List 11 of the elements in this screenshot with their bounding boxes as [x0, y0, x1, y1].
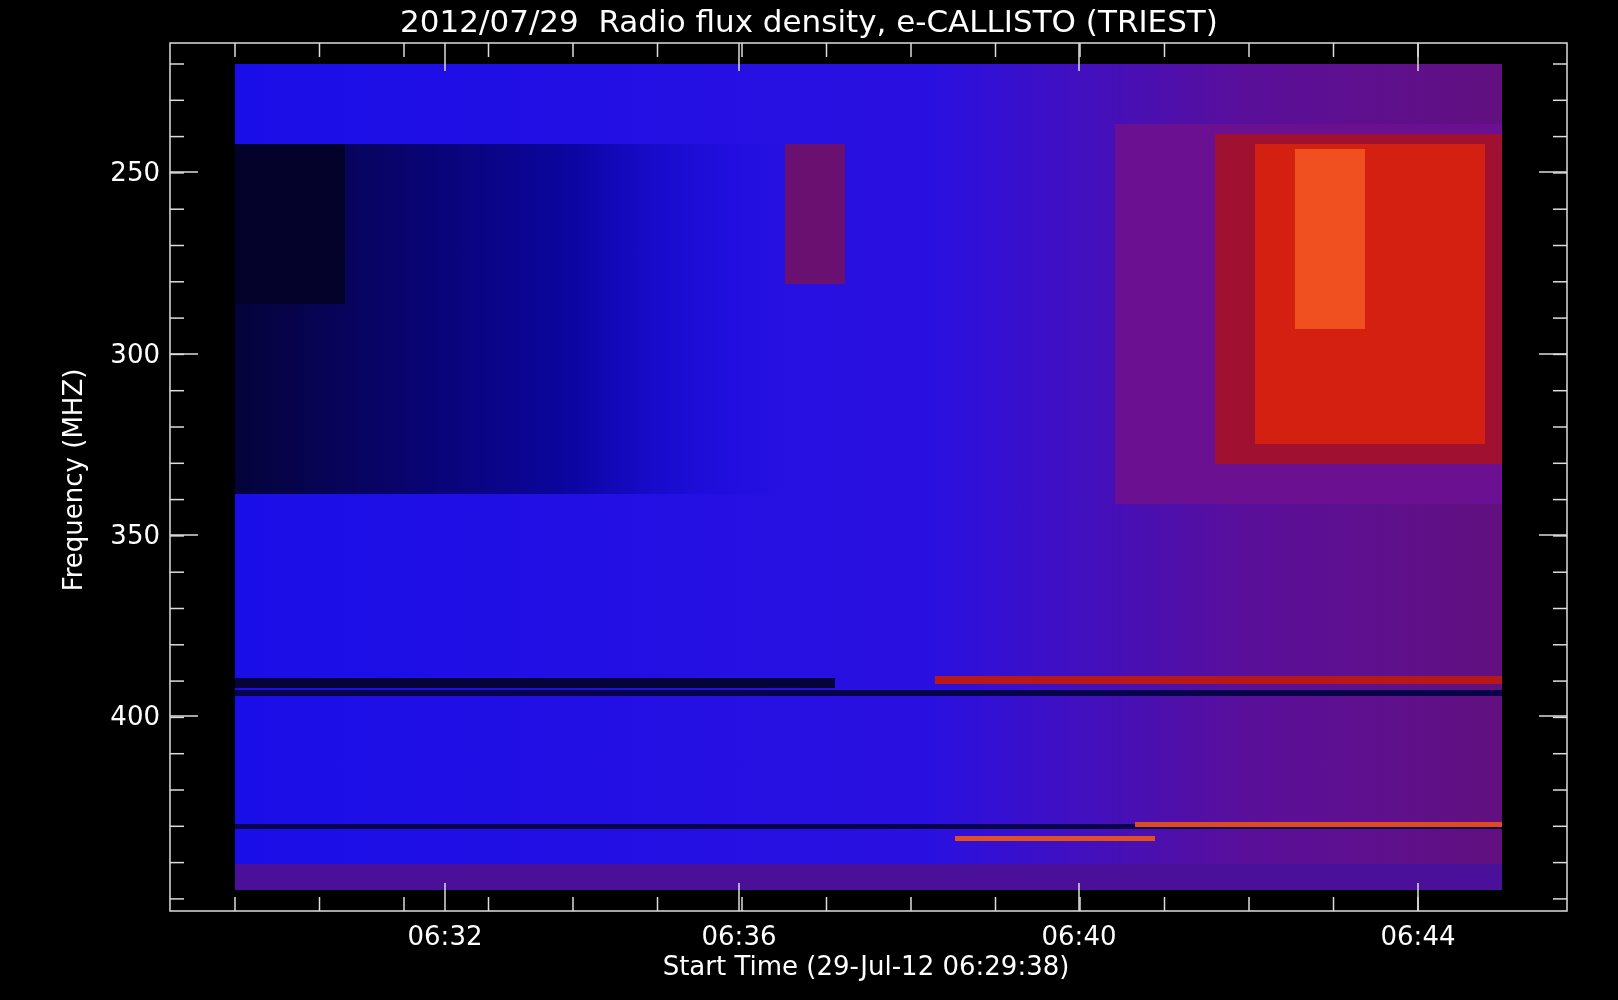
- y-tick-label: 250: [110, 157, 160, 187]
- x-tick-label: 06:32: [407, 921, 483, 951]
- x-tick-label: 06:44: [1380, 921, 1456, 951]
- y-tick-label: 300: [110, 339, 160, 369]
- y-axis-label: Frequency (MHZ): [58, 368, 88, 592]
- y-tick-label: 400: [110, 701, 160, 731]
- chart-title: 2012/07/29 Radio flux density, e-CALLISTO (TRIEST): [400, 3, 1218, 39]
- y-tick-label: 350: [110, 520, 160, 550]
- x-tick-label: 06:36: [701, 921, 777, 951]
- x-axis-label: Start Time (29-Jul-12 06:29:38): [662, 951, 1070, 981]
- x-tick-label: 06:40: [1041, 921, 1117, 951]
